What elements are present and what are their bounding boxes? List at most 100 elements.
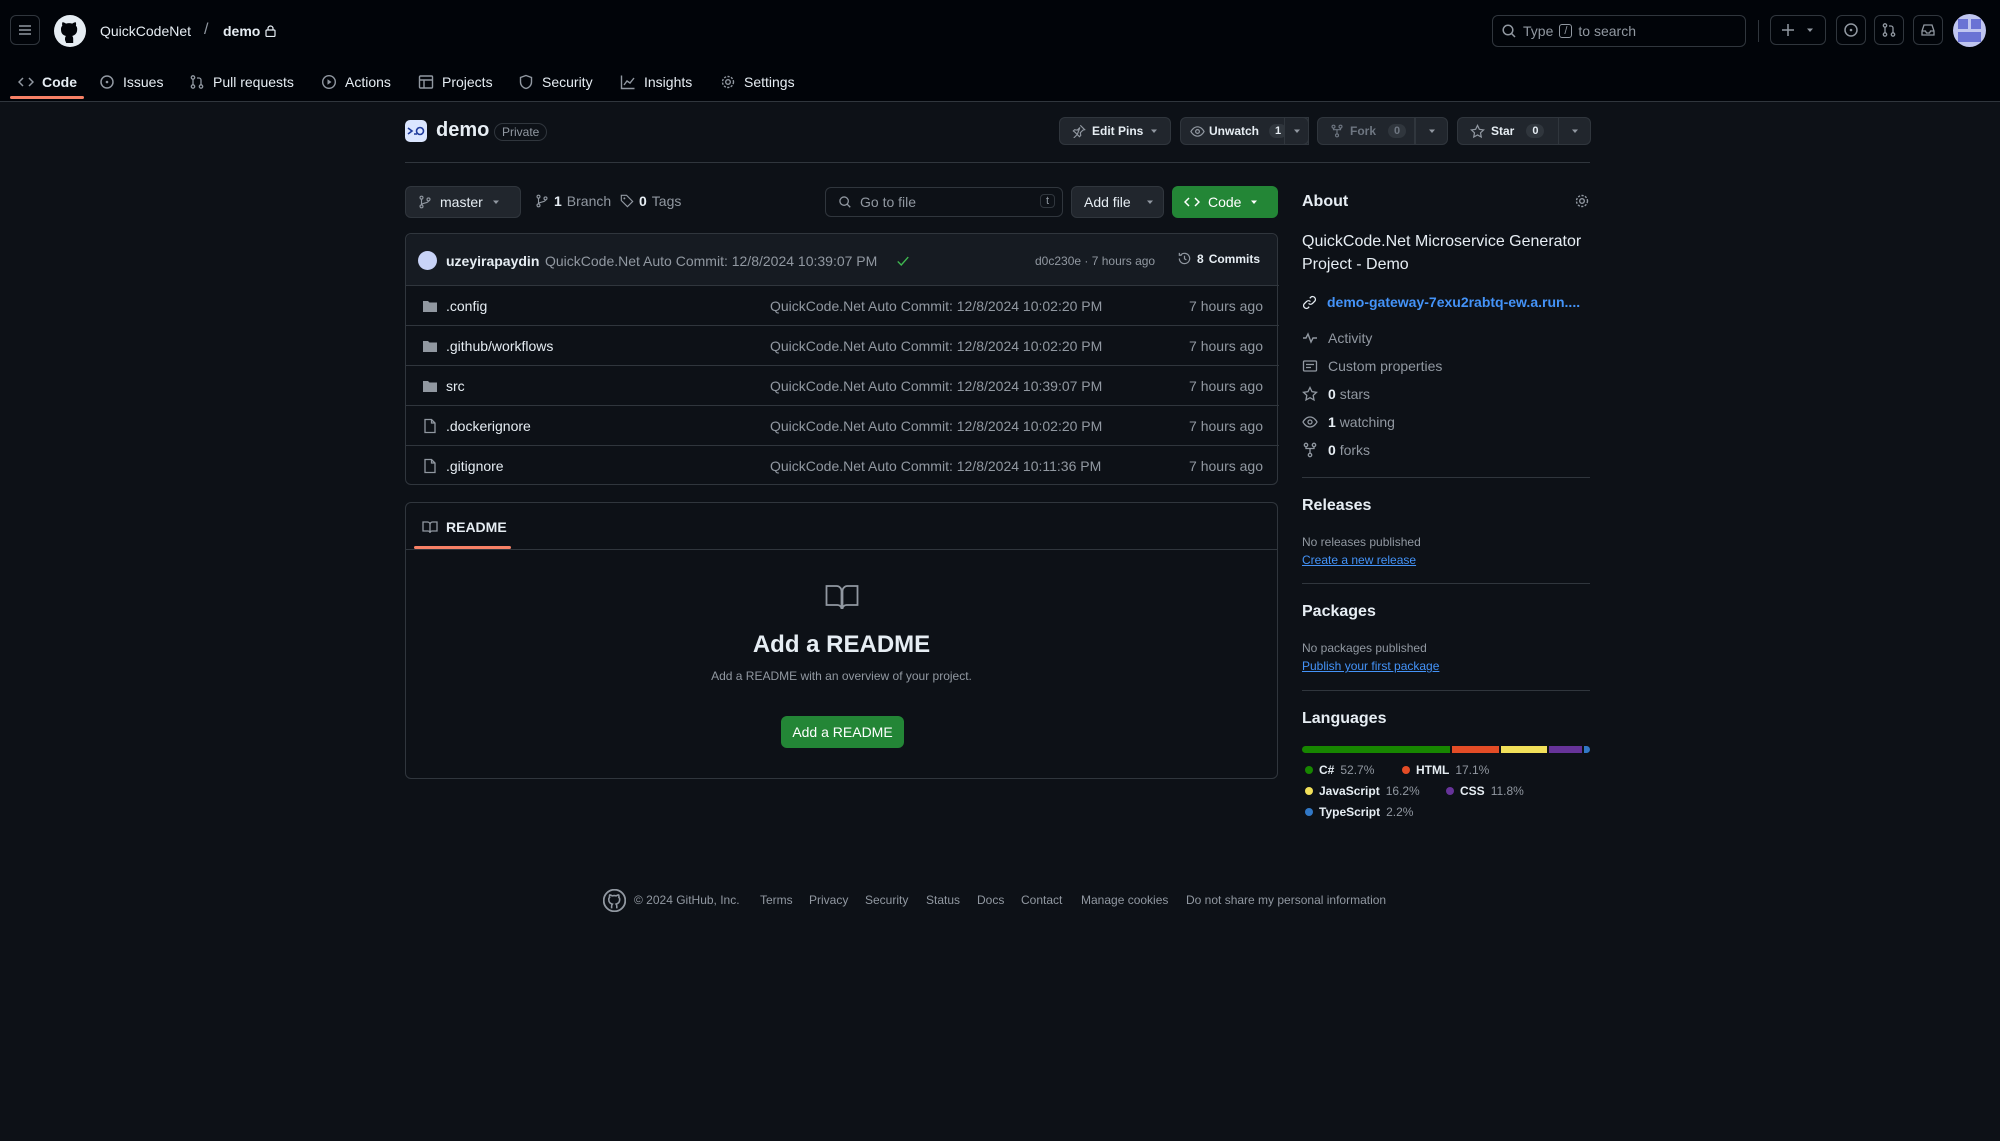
releases-heading[interactable]: Releases [1302, 497, 1371, 515]
add-readme-button[interactable]: Add a README [781, 716, 904, 748]
shield-icon [519, 74, 533, 90]
tab-settings[interactable]: Settings [720, 62, 795, 102]
languages-heading: Languages [1302, 710, 1387, 727]
tags-link[interactable]: 0 Tags [620, 193, 681, 209]
folder-icon [423, 381, 437, 392]
check-icon[interactable] [896, 254, 910, 268]
visibility-badge: Private [494, 123, 548, 141]
branches-link[interactable]: 1 Branch [535, 193, 611, 209]
file-row[interactable]: .gitignore QuickCode.Net Auto Commit: 12… [406, 445, 1279, 485]
file-commit-message[interactable]: QuickCode.Net Auto Commit: 12/8/2024 10:… [770, 378, 1102, 394]
tab-security[interactable]: Security [518, 62, 593, 102]
github-logo-icon[interactable] [54, 15, 86, 47]
menu-button[interactable] [10, 15, 40, 45]
file-commit-message[interactable]: QuickCode.Net Auto Commit: 12/8/2024 10:… [770, 298, 1102, 314]
file-row[interactable]: .github/workflows QuickCode.Net Auto Com… [406, 325, 1279, 365]
tab-pull-requests[interactable]: Pull requests [189, 62, 294, 102]
language-item[interactable]: JavaScript 16.2% [1305, 784, 1420, 798]
forks-link[interactable]: 0 forks [1302, 442, 1370, 458]
avatar[interactable] [1953, 14, 1986, 47]
add-file-button[interactable]: Add file [1071, 186, 1164, 218]
breadcrumb-repo[interactable]: demo [223, 23, 260, 39]
readme-tab[interactable]: README [422, 519, 507, 535]
language-percent: 11.8% [1490, 784, 1524, 798]
language-bar-segment [1302, 746, 1450, 753]
gear-icon[interactable] [1574, 193, 1590, 209]
stars-link[interactable]: 0 stars [1302, 386, 1370, 402]
footer-link-terms[interactable]: Terms [760, 893, 793, 907]
create-release-link[interactable]: Create a new release [1302, 553, 1416, 567]
repo-tab-nav: Code Issues Pull requests Actions Projec… [0, 62, 2000, 102]
file-row[interactable]: .config QuickCode.Net Auto Commit: 12/8/… [406, 285, 1279, 325]
file-name[interactable]: .dockerignore [446, 418, 531, 434]
footer-link-manage-cookies[interactable]: Manage cookies [1081, 893, 1168, 907]
language-item[interactable]: CSS 11.8% [1446, 784, 1524, 798]
footer-link-privacy[interactable]: Privacy [809, 893, 848, 907]
tab-insights[interactable]: Insights [620, 62, 692, 102]
commit-sha-age[interactable]: d0c230e · 7 hours ago [1035, 254, 1155, 268]
file-name[interactable]: .config [446, 298, 487, 314]
breadcrumb-owner[interactable]: QuickCodeNet [100, 23, 191, 39]
file-row[interactable]: .dockerignore QuickCode.Net Auto Commit:… [406, 405, 1279, 445]
git-pull-request-icon [190, 75, 204, 89]
file-commit-message[interactable]: QuickCode.Net Auto Commit: 12/8/2024 10:… [770, 458, 1101, 474]
go-to-file-input[interactable]: Go to file t [825, 187, 1063, 217]
activity-link[interactable]: Activity [1302, 330, 1372, 346]
footer-link-docs[interactable]: Docs [977, 893, 1004, 907]
commit-author-avatar[interactable] [418, 251, 437, 270]
language-item[interactable]: TypeScript 2.2% [1305, 805, 1413, 819]
tab-actions[interactable]: Actions [321, 62, 391, 102]
issues-button[interactable] [1836, 15, 1866, 45]
link-icon [1302, 295, 1317, 309]
commits-history-link[interactable]: 8 Commits [1177, 251, 1260, 266]
fork-count: 0 [1388, 124, 1407, 138]
file-row[interactable]: src QuickCode.Net Auto Commit: 12/8/2024… [406, 365, 1279, 405]
file-name[interactable]: .gitignore [446, 458, 504, 474]
code-button[interactable]: Code [1172, 186, 1278, 218]
footer-link-security[interactable]: Security [865, 893, 908, 907]
homepage-link[interactable]: demo-gateway-7exu2rabtq-ew.a.run.... [1302, 294, 1580, 310]
notifications-button[interactable] [1913, 15, 1943, 45]
tab-projects[interactable]: Projects [418, 62, 493, 102]
watch-dropdown-button[interactable] [1284, 117, 1309, 145]
tags-count: 0 [639, 193, 647, 209]
commit-author[interactable]: uzeyirapaydin [446, 253, 539, 269]
edit-pins-button[interactable]: Edit Pins [1059, 117, 1171, 145]
language-name: HTML [1416, 763, 1450, 777]
create-new-button[interactable] [1770, 15, 1826, 45]
publish-package-link[interactable]: Publish your first package [1302, 659, 1439, 673]
issue-opened-icon [100, 75, 114, 89]
inbox-icon [1921, 24, 1935, 36]
github-logo-icon[interactable] [603, 889, 626, 912]
git-pull-request-icon [1882, 23, 1896, 37]
custom-properties-link[interactable]: Custom properties [1302, 358, 1442, 374]
file-name[interactable]: src [446, 378, 465, 394]
star-button[interactable]: Star 0 [1457, 117, 1559, 145]
pin-icon [1072, 124, 1086, 138]
book-icon [825, 585, 859, 610]
global-search-input[interactable]: Type / to search [1492, 15, 1746, 47]
tab-issues[interactable]: Issues [99, 62, 163, 102]
packages-heading[interactable]: Packages [1302, 603, 1376, 621]
file-commit-message[interactable]: QuickCode.Net Auto Commit: 12/8/2024 10:… [770, 338, 1102, 354]
footer-link-status[interactable]: Status [926, 893, 960, 907]
language-item[interactable]: C# 52.7% [1305, 763, 1374, 777]
star-dropdown-button[interactable] [1558, 117, 1591, 145]
language-item[interactable]: HTML 17.1% [1402, 763, 1489, 777]
graph-icon [620, 75, 635, 90]
footer-link-do-not-share[interactable]: Do not share my personal information [1186, 893, 1386, 907]
branch-select-button[interactable]: master [405, 186, 521, 218]
fork-dropdown-button[interactable] [1415, 117, 1448, 145]
git-branch-icon [536, 194, 548, 208]
repo-title[interactable]: demo [436, 119, 489, 142]
file-name[interactable]: .github/workflows [446, 338, 553, 354]
file-commit-message[interactable]: QuickCode.Net Auto Commit: 12/8/2024 10:… [770, 418, 1102, 434]
table-icon [418, 75, 434, 89]
pull-requests-button[interactable] [1874, 15, 1904, 45]
watchers-link[interactable]: 1 watching [1302, 414, 1395, 430]
language-dot [1305, 766, 1313, 774]
footer-link-contact[interactable]: Contact [1021, 893, 1062, 907]
fork-button[interactable]: Fork 0 [1317, 117, 1415, 145]
commit-message[interactable]: QuickCode.Net Auto Commit: 12/8/2024 10:… [545, 253, 877, 269]
about-description: QuickCode.Net Microservice Generator Pro… [1302, 233, 1582, 273]
